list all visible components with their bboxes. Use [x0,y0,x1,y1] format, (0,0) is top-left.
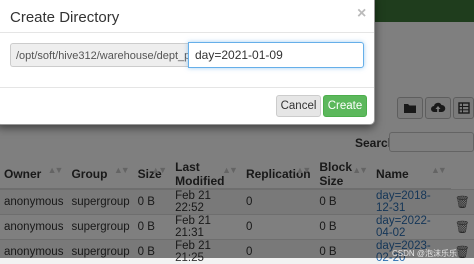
modal-body: /opt/soft/hive312/warehouse/dept_partiti… [0,33,374,88]
directory-name-input[interactable] [188,42,364,68]
modal-title: Create Directory [10,9,119,26]
modal-header: Create Directory × [0,0,374,33]
create-button[interactable]: Create [323,95,367,117]
close-icon[interactable]: × [357,6,366,22]
create-directory-dialog: Create Directory × /opt/soft/hive312/war… [0,0,375,125]
cancel-button[interactable]: Cancel [276,95,321,117]
path-prefix: /opt/soft/hive312/warehouse/dept_partiti… [10,43,188,67]
watermark: CSDN @泡沫乐乐 [392,248,457,259]
